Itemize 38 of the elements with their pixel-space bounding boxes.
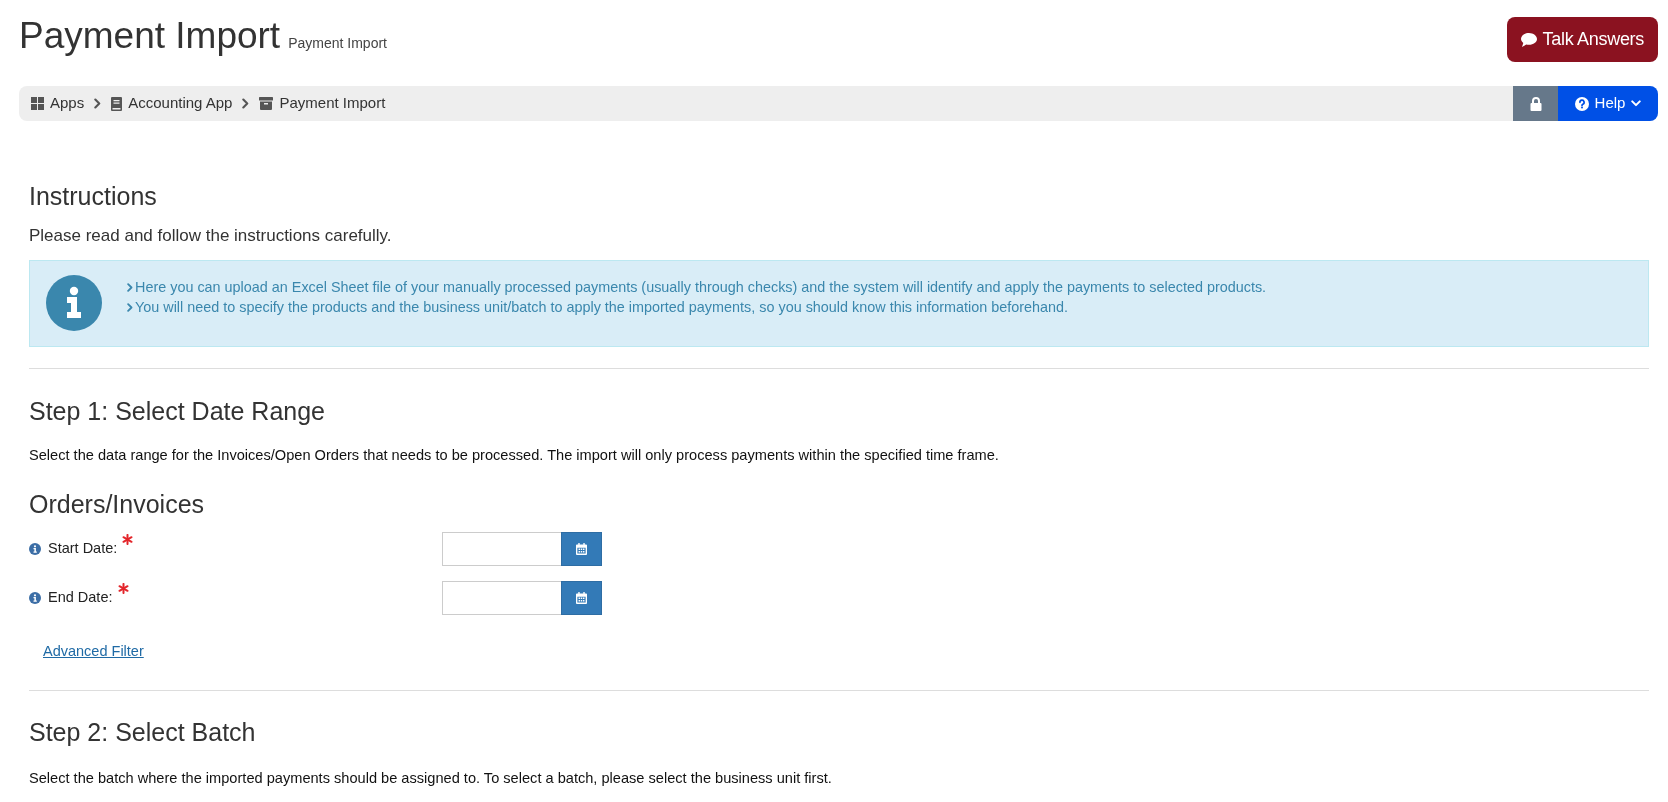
book-icon [111,96,123,111]
lock-button[interactable] [1513,86,1558,121]
info-note: You will need to specify the products and the business unit/batch to apply the imported payments, so you should know this information beforehand. [135,298,1069,317]
date-input[interactable] [442,581,561,615]
page-title: Payment Import [19,14,281,58]
chevron-down-icon [1631,100,1642,107]
help-button[interactable]: Help [1558,86,1658,121]
field-label: End Date: [48,588,113,608]
talk-answers-button[interactable]: Talk Answers [1506,17,1658,62]
info-note: Here you can upload an Excel Sheet file of your manually processed payments (usually through checks) and the system will identify and apply the payments to selected products. [135,278,1267,297]
info-icon [29,592,41,604]
section-description: Select the batch where the imported payments should be assigned to. To select a batch, please select the business unit first. [29,769,833,788]
breadcrumb-link[interactable]: Payment Import [259,92,386,115]
calendar-button[interactable] [561,581,602,615]
calendar-icon [576,543,587,555]
section-heading: Step 1: Select Date Range [29,396,327,426]
date-input[interactable] [442,532,561,566]
calendar-button[interactable] [561,532,602,566]
advanced-filter-link[interactable]: Advanced Filter [43,641,144,661]
speech-bubble-icon [1520,32,1537,47]
archive-box-icon [259,97,274,110]
calendar-icon [576,592,587,604]
field-label: Start Date: [48,539,118,559]
intro-text: Please read and follow the instructions carefully. [29,225,393,247]
chevron-right-icon [242,98,250,109]
section-heading: Step 2: Select Batch [29,717,257,747]
info-icon [46,275,102,331]
section-heading: Instructions [29,181,158,211]
question-circle-icon [1574,96,1589,111]
info-icon [29,543,41,555]
breadcrumb-link[interactable]: Accounting App [111,92,233,115]
chevron-right-icon [94,98,102,109]
page-subtitle: Payment Import [288,34,387,53]
section-description: Select the data range for the Invoices/Open Orders that needs to be processed. The import will only process payments within the specified time frame. [29,446,1000,465]
lock-icon [1529,96,1542,111]
group-heading: Orders/Invoices [29,489,206,519]
grid-icon [31,97,44,110]
breadcrumb-link[interactable]: Apps [31,92,85,115]
